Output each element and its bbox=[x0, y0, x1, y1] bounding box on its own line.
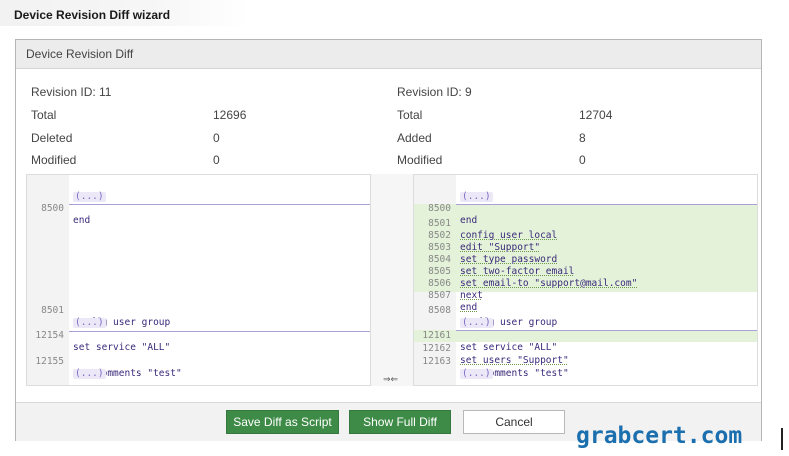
diff-area: (...) 8500 end 8501 config user group (.… bbox=[16, 174, 761, 392]
right-collapsed-mid: (...) bbox=[414, 305, 757, 328]
left-total-value: 12696 bbox=[213, 108, 247, 122]
right-line-8505: 8505 set email-to "support@mail.com" bbox=[414, 254, 757, 289]
right-modified-label: Modified bbox=[397, 153, 443, 167]
left-line-8500: 8500 end bbox=[27, 191, 370, 226]
right-line-8504: 8504 set two-factor email bbox=[414, 242, 757, 277]
left-collapsed-mid: (...) bbox=[27, 305, 370, 328]
right-collapsed-top: (...) bbox=[414, 179, 757, 202]
watermark-cursor bbox=[781, 428, 783, 450]
right-line-8503: 8503 set type password bbox=[414, 230, 757, 265]
right-line-8508: 8508 config user group bbox=[414, 293, 757, 328]
right-added-label: Added bbox=[397, 131, 432, 145]
diff-separator bbox=[69, 204, 370, 205]
right-line-8506: 8506 next bbox=[414, 266, 757, 301]
diff-separator bbox=[456, 204, 757, 205]
right-collapsed-bottom: (...) bbox=[414, 356, 757, 379]
right-added-value: 8 bbox=[579, 131, 586, 145]
collapsed-marker[interactable]: (...) bbox=[73, 369, 106, 379]
right-diff-pane[interactable]: (...) 8500 end 8501 config user local 85… bbox=[413, 174, 758, 386]
right-line-12161: 12161 set service "ALL" bbox=[414, 318, 757, 353]
watermark: grabcert.com bbox=[576, 423, 743, 449]
left-total-label: Total bbox=[31, 108, 57, 122]
diff-separator bbox=[69, 331, 370, 332]
left-modified-value: 0 bbox=[213, 153, 220, 167]
diff-gutter: ⇒⇐ bbox=[371, 174, 413, 386]
cancel-button[interactable]: Cancel bbox=[463, 410, 565, 434]
left-deleted-value: 0 bbox=[213, 131, 220, 145]
right-total-label: Total bbox=[397, 108, 423, 122]
right-modified-value: 0 bbox=[579, 153, 586, 167]
dialog-header: Device Revision Diff bbox=[16, 40, 761, 69]
collapsed-marker[interactable]: (...) bbox=[460, 369, 493, 379]
line-number: 12154 bbox=[35, 330, 64, 341]
left-diff-pane[interactable]: (...) 8500 end 8501 config user group (.… bbox=[26, 174, 371, 386]
merge-arrows-icon[interactable]: ⇒⇐ bbox=[383, 374, 398, 385]
revision-diff-dialog: Device Revision Diff Revision ID: 11 Tot… bbox=[15, 39, 762, 441]
right-line-12163: 12163 set comments "test" bbox=[414, 344, 757, 379]
right-line-8502: 8502 edit "Support" bbox=[414, 218, 757, 253]
left-line-12154: 12154 set service "ALL" bbox=[27, 318, 370, 353]
left-modified-label: Modified bbox=[31, 153, 77, 167]
right-total-value: 12704 bbox=[579, 108, 613, 122]
window-title: Device Revision Diff wizard bbox=[14, 8, 171, 22]
left-line-12155: 12155 set comments "test" bbox=[27, 344, 370, 379]
right-line-8500: 8500 end bbox=[414, 191, 757, 226]
left-collapsed-top: (...) bbox=[27, 179, 370, 202]
right-line-12162: 12162 set users "Support" bbox=[414, 331, 757, 366]
line-number: 8500 bbox=[41, 203, 64, 214]
show-full-diff-button[interactable]: Show Full Diff bbox=[349, 410, 451, 434]
left-revision-id: Revision ID: 11 bbox=[31, 85, 112, 99]
left-line-8501: 8501 config user group bbox=[27, 293, 370, 328]
save-diff-as-script-button[interactable]: Save Diff as Script bbox=[226, 410, 339, 434]
left-collapsed-bottom: (...) bbox=[27, 356, 370, 379]
left-deleted-label: Deleted bbox=[31, 131, 73, 145]
right-line-8507: 8507 end bbox=[414, 278, 757, 313]
code-text: end bbox=[73, 215, 91, 226]
right-revision-id: Revision ID: 9 bbox=[397, 85, 472, 99]
right-line-8501: 8501 config user local bbox=[414, 206, 757, 241]
